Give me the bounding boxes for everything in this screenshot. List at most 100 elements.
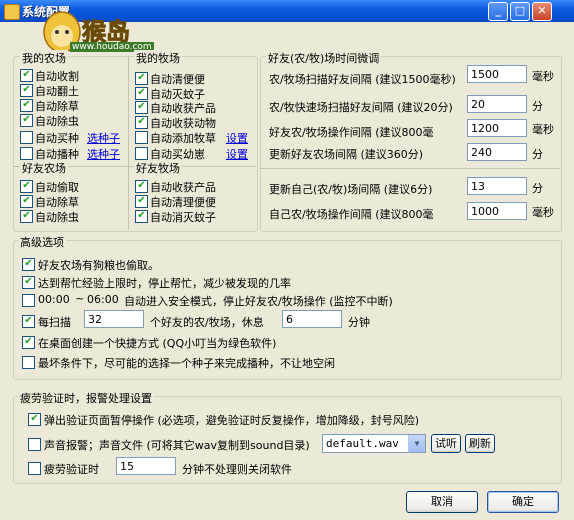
auto-weed-label: 自动除草	[35, 100, 79, 113]
fatigue-timeout-input[interactable]: 15	[116, 457, 176, 475]
worst-case-label: 最坏条件下，尽可能的选择一个种子来完成播种，不让地空闲	[38, 357, 335, 370]
friend-kill-mosquito-checkbox[interactable]: ✔	[135, 210, 148, 223]
dog-steal-checkbox[interactable]: ✔	[22, 258, 35, 271]
timing-unit-min-3: 分	[532, 182, 543, 195]
safe-mode-checkbox[interactable]	[22, 294, 35, 307]
timing-label-update-friends: 更新好友农场间隔 (建议360分)	[269, 148, 424, 161]
friend-kill-mosquito-label: 自动消灭蚊子	[150, 211, 216, 224]
friend-farm-title: 好友农场	[20, 160, 68, 176]
help-limit-label: 达到帮忙经验上限时，停止帮忙，减少被发现的几率	[38, 277, 291, 290]
friend-ranch-title: 好友牧场	[134, 160, 182, 176]
timing-label-scan-friends: 农/牧场扫描好友间隔 (建议1500毫秒)	[269, 73, 456, 86]
auto-clean-manure-checkbox[interactable]: ✔	[135, 72, 148, 85]
auto-add-grass-checkbox[interactable]	[135, 131, 148, 144]
safe-mode-from-time[interactable]: 00:00	[38, 293, 70, 306]
auto-harvest-product-checkbox[interactable]: ✔	[135, 101, 148, 114]
my-farm-title: 我的农场	[20, 50, 68, 66]
auto-weed-checkbox[interactable]: ✔	[20, 99, 33, 112]
auto-harvest-animal-checkbox[interactable]: ✔	[135, 116, 148, 129]
friend-weed-label: 自动除草	[35, 196, 79, 209]
select-seed-link[interactable]: 选种子	[87, 130, 120, 146]
farm-divider	[128, 56, 129, 230]
auto-pest-checkbox[interactable]: ✔	[20, 114, 33, 127]
timing-label-fast-scan: 农/牧快速场扫描好友间隔 (建议20分)	[269, 101, 453, 114]
timing-unit-ms-2: 毫秒	[532, 123, 554, 136]
auto-clean-manure-label: 自动清便便	[150, 73, 205, 86]
timing-divider	[260, 168, 560, 169]
my-ranch-title: 我的牧场	[134, 50, 182, 66]
young-setup-link[interactable]: 设置	[226, 146, 248, 162]
self-op-interval-input[interactable]: 1000	[467, 202, 527, 220]
auto-buy-young-label: 自动买幼崽	[150, 148, 205, 161]
fatigue-timeout-checkbox[interactable]	[28, 462, 41, 475]
test-sound-button[interactable]: 试听	[431, 434, 461, 453]
safe-mode-separator: ~	[75, 292, 85, 305]
grass-setup-link[interactable]: 设置	[226, 130, 248, 146]
friend-harvest-product-checkbox[interactable]: ✔	[135, 180, 148, 193]
timing-title: 好友(农/牧)场时间微调	[266, 50, 382, 66]
timing-unit-ms-3: 毫秒	[532, 206, 554, 219]
maximize-button[interactable]: □	[510, 2, 530, 21]
fatigue-timeout-label: 疲劳验证时	[44, 463, 99, 476]
dog-steal-label: 好友农场有狗粮也偷取。	[38, 259, 159, 272]
rest-minutes-input[interactable]: 6	[282, 310, 342, 328]
auto-buy-young-checkbox[interactable]	[135, 147, 148, 160]
friend-steal-checkbox[interactable]: ✔	[20, 180, 33, 193]
auto-sow-label: 自动播种	[35, 148, 79, 161]
scan-count-input[interactable]: 32	[84, 310, 144, 328]
friend-clean-manure-label: 自动清理便便	[150, 196, 216, 209]
safe-mode-label: 自动进入安全模式，停止好友农/牧场操作 (监控不中断)	[124, 295, 393, 308]
sound-alarm-label: 声音报警；声音文件 (可将其它wav复制到sound目录)	[44, 439, 310, 452]
sound-file-select[interactable]: default.wav ▼	[322, 434, 426, 453]
advanced-title: 高级选项	[18, 234, 66, 250]
app-icon	[4, 4, 20, 20]
worst-case-checkbox[interactable]	[22, 356, 35, 369]
help-limit-checkbox[interactable]: ✔	[22, 276, 35, 289]
fatigue-title: 疲劳验证时，报警处理设置	[18, 390, 154, 406]
fast-scan-interval-input[interactable]: 20	[467, 95, 527, 113]
friend-op-interval-input[interactable]: 1200	[467, 119, 527, 137]
friend-weed-checkbox[interactable]: ✔	[20, 195, 33, 208]
auto-harvest-product-label: 自动收获产品	[150, 102, 216, 115]
auto-harvest-checkbox[interactable]: ✔	[20, 69, 33, 82]
timing-label-self-op: 自己农/牧场操作间隔 (建议800毫	[269, 208, 434, 221]
timing-unit-min-2: 分	[532, 148, 543, 161]
auto-harvest-label: 自动收割	[35, 70, 79, 83]
scan-rest-middle: 个好友的农/牧场，休息	[150, 316, 264, 329]
fatigue-timeout-suffix: 分钟不处理则关闭软件	[182, 463, 292, 476]
cancel-button[interactable]: 取消	[406, 491, 478, 513]
friend-pest-checkbox[interactable]: ✔	[20, 210, 33, 223]
auto-harvest-animal-label: 自动收获动物	[150, 117, 216, 130]
scan-friends-interval-input[interactable]: 1500	[467, 65, 527, 83]
sound-alarm-checkbox[interactable]	[28, 438, 41, 451]
sound-file-value: default.wav	[326, 437, 399, 450]
shortcut-checkbox[interactable]: ✔	[22, 336, 35, 349]
friend-harvest-product-label: 自动收获产品	[150, 181, 216, 194]
safe-mode-to-time[interactable]: 06:00	[87, 293, 119, 306]
minimize-button[interactable]: _	[488, 2, 508, 21]
scan-rest-checkbox[interactable]: ✔	[22, 315, 35, 328]
timing-unit-min-1: 分	[532, 100, 543, 113]
auto-buy-seed-label: 自动买种	[35, 132, 79, 145]
auto-sow-checkbox[interactable]	[20, 147, 33, 160]
update-friends-interval-input[interactable]: 240	[467, 143, 527, 161]
friend-clean-manure-checkbox[interactable]: ✔	[135, 195, 148, 208]
timing-unit-ms-1: 毫秒	[532, 70, 554, 83]
scan-rest-prefix: 每扫描	[38, 316, 71, 329]
shortcut-label: 在桌面创建一个快捷方式 (QQ小叮当为绿色软件)	[38, 337, 277, 350]
select-seed-link-2[interactable]: 选种子	[87, 146, 120, 162]
auto-buy-seed-checkbox[interactable]	[20, 131, 33, 144]
auto-kill-mosquito-checkbox[interactable]: ✔	[135, 87, 148, 100]
ok-button[interactable]: 确定	[487, 491, 559, 513]
auto-add-grass-label: 自动添加牧草	[150, 132, 216, 145]
fatigue-popup-checkbox[interactable]: ✔	[28, 413, 41, 426]
chevron-down-icon[interactable]: ▼	[408, 435, 425, 452]
friend-pest-label: 自动除虫	[35, 211, 79, 224]
refresh-sound-button[interactable]: 刷新	[465, 434, 495, 453]
auto-till-label: 自动翻土	[35, 85, 79, 98]
close-button[interactable]: ✕	[532, 2, 552, 21]
auto-pest-label: 自动除虫	[35, 115, 79, 128]
update-self-interval-input[interactable]: 13	[467, 177, 527, 195]
timing-label-friend-op: 好友农/牧场操作间隔 (建议800毫	[269, 126, 434, 139]
auto-till-checkbox[interactable]: ✔	[20, 84, 33, 97]
